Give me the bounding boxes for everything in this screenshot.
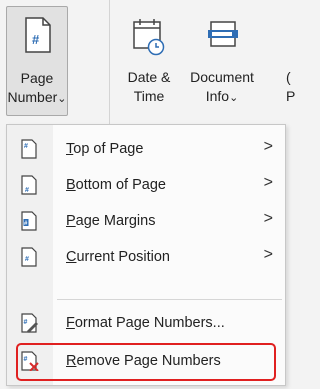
label-rest: op of Page — [73, 141, 144, 157]
page-number-icon: # — [25, 17, 51, 53]
label-rest: urrent Position — [76, 249, 170, 265]
submenu-arrow-icon: > — [263, 210, 273, 227]
chevron-down-icon: ⌄ — [57, 93, 67, 105]
page-margins-icon: # — [21, 211, 37, 231]
document-info-label-line1: Document — [190, 69, 254, 85]
submenu-arrow-icon: > — [263, 138, 273, 155]
svg-text:#: # — [25, 256, 29, 263]
svg-text:#: # — [32, 32, 40, 47]
menu-item-label: Top of Page — [66, 140, 143, 158]
document-info-label-line2: Info⌄ — [186, 87, 258, 108]
partial-label-line1: ( — [286, 69, 291, 85]
menu-item-page-margins[interactable]: # Page Margins > — [7, 203, 285, 239]
label-rest: ormat Page Numbers... — [74, 315, 225, 331]
chevron-down-icon: ⌄ — [229, 92, 239, 104]
highlight-box — [16, 343, 276, 381]
ribbon-separator — [109, 0, 110, 124]
menu-item-top-of-page[interactable]: # Top of Page > — [7, 131, 285, 167]
svg-text:#: # — [24, 143, 28, 150]
access-key: F — [66, 315, 75, 331]
label-rest: ottom of Page — [75, 177, 166, 193]
submenu-arrow-icon: > — [263, 174, 273, 191]
menu-item-label: Bottom of Page — [66, 176, 166, 194]
current-position-icon: # — [21, 247, 37, 267]
calendar-clock-icon — [133, 19, 165, 56]
partial-ribbon-button[interactable]: ( P — [286, 68, 295, 106]
label-rest: age Margins — [75, 213, 156, 229]
document-info-button[interactable]: Document Info⌄ — [186, 6, 258, 116]
svg-text:#: # — [24, 319, 28, 326]
menu-separator — [57, 299, 282, 300]
date-time-button[interactable]: Date & Time — [120, 6, 178, 116]
document-info-icon — [208, 21, 238, 47]
menu-item-label: Current Position — [66, 248, 170, 266]
access-key: P — [66, 213, 76, 229]
menu-item-label: Format Page Numbers... — [66, 314, 225, 332]
document-info-label-text: Info — [205, 88, 230, 104]
page-number-label-line1: Page — [20, 70, 54, 86]
page-number-label-line2: Number⌄ — [7, 88, 67, 109]
date-time-label-line1: Date & — [127, 69, 171, 85]
format-page-numbers-icon: # — [21, 313, 38, 333]
ribbon-header-footer-group: # Page Number⌄ Date & Time Document Info… — [0, 0, 295, 124]
date-time-label-line2: Time — [133, 88, 165, 104]
svg-text:#: # — [25, 187, 29, 194]
menu-item-bottom-of-page[interactable]: # Bottom of Page > — [7, 167, 285, 203]
submenu-arrow-icon: > — [263, 246, 273, 263]
access-key: C — [66, 249, 77, 265]
partial-label-line2: P — [286, 88, 296, 104]
top-of-page-icon: # — [21, 139, 37, 159]
menu-item-format-page-numbers[interactable]: # Format Page Numbers... — [7, 305, 285, 341]
menu-item-label: Page Margins — [66, 212, 155, 230]
bottom-of-page-icon: # — [21, 175, 37, 195]
page-number-button[interactable]: # Page Number⌄ — [6, 6, 68, 116]
page-number-label-text: Number — [7, 89, 58, 105]
menu-item-current-position[interactable]: # Current Position > — [7, 239, 285, 275]
access-key: B — [66, 177, 76, 193]
